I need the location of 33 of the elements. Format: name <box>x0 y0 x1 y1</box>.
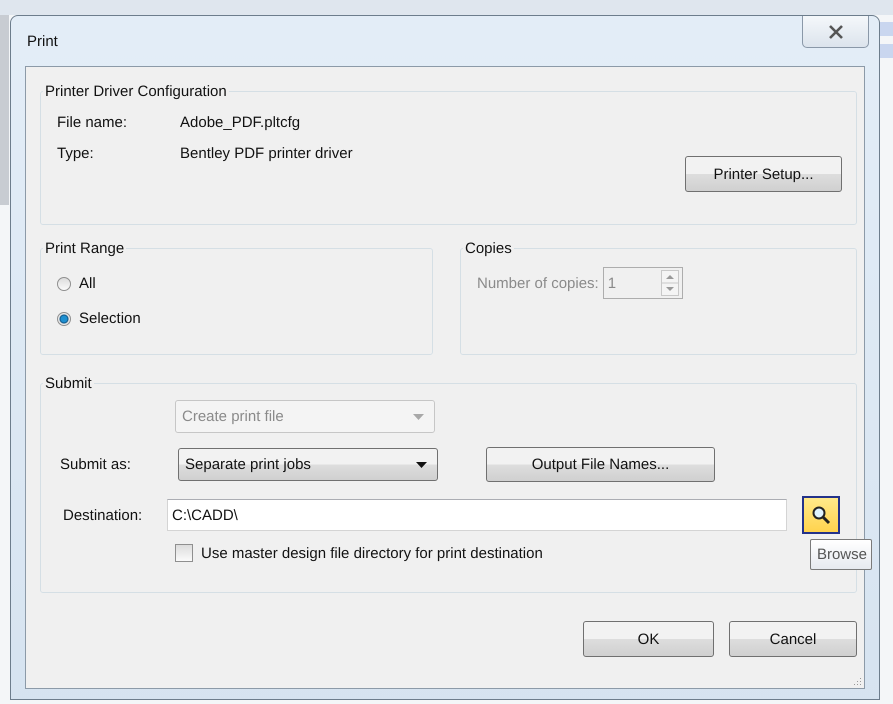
field-value: Adobe_PDF.pltcfg <box>180 114 300 131</box>
output-file-names-button[interactable]: Output File Names... <box>486 447 715 482</box>
radio-option[interactable]: Selection <box>57 310 141 327</box>
destination-label: Destination: <box>62 506 144 524</box>
search-icon <box>811 505 831 525</box>
checkbox-option[interactable]: Use master design file directory for print destination <box>175 544 543 562</box>
field-label: File name: <box>57 114 128 131</box>
copies-label: Number of copies: <box>477 274 599 292</box>
checkbox[interactable] <box>175 544 193 562</box>
submit-as-label: Submit as: <box>59 456 132 473</box>
field-value: Bentley PDF printer driver <box>180 145 353 162</box>
dialog-button[interactable]: OK <box>583 621 714 657</box>
window-title: Print <box>26 32 58 50</box>
close-icon <box>828 24 844 38</box>
close-button[interactable] <box>802 16 869 48</box>
printer-setup-button[interactable]: Printer Setup... <box>685 156 842 192</box>
tooltip: Browse <box>810 539 872 570</box>
radio-option[interactable]: All <box>57 275 96 292</box>
caret-icon <box>413 414 424 420</box>
browse-button[interactable] <box>802 496 840 534</box>
submit-as-dropdown[interactable]: Separate print jobs <box>178 448 438 481</box>
group-title: Printer Driver Configuration <box>44 83 228 100</box>
group-title: Submit <box>44 375 93 392</box>
spin-arrows-icon <box>660 270 679 296</box>
caret-icon <box>416 462 427 468</box>
field-label: Type: <box>57 145 95 162</box>
resize-grip-icon <box>852 676 862 686</box>
radio-button[interactable] <box>57 312 71 326</box>
dialog-button[interactable]: Cancel <box>729 621 857 657</box>
destination-field[interactable]: C:\CADD\ <box>167 499 787 531</box>
radio-button[interactable] <box>57 276 71 290</box>
group-title: Copies <box>464 240 513 257</box>
group-title: Print Range <box>44 240 126 257</box>
